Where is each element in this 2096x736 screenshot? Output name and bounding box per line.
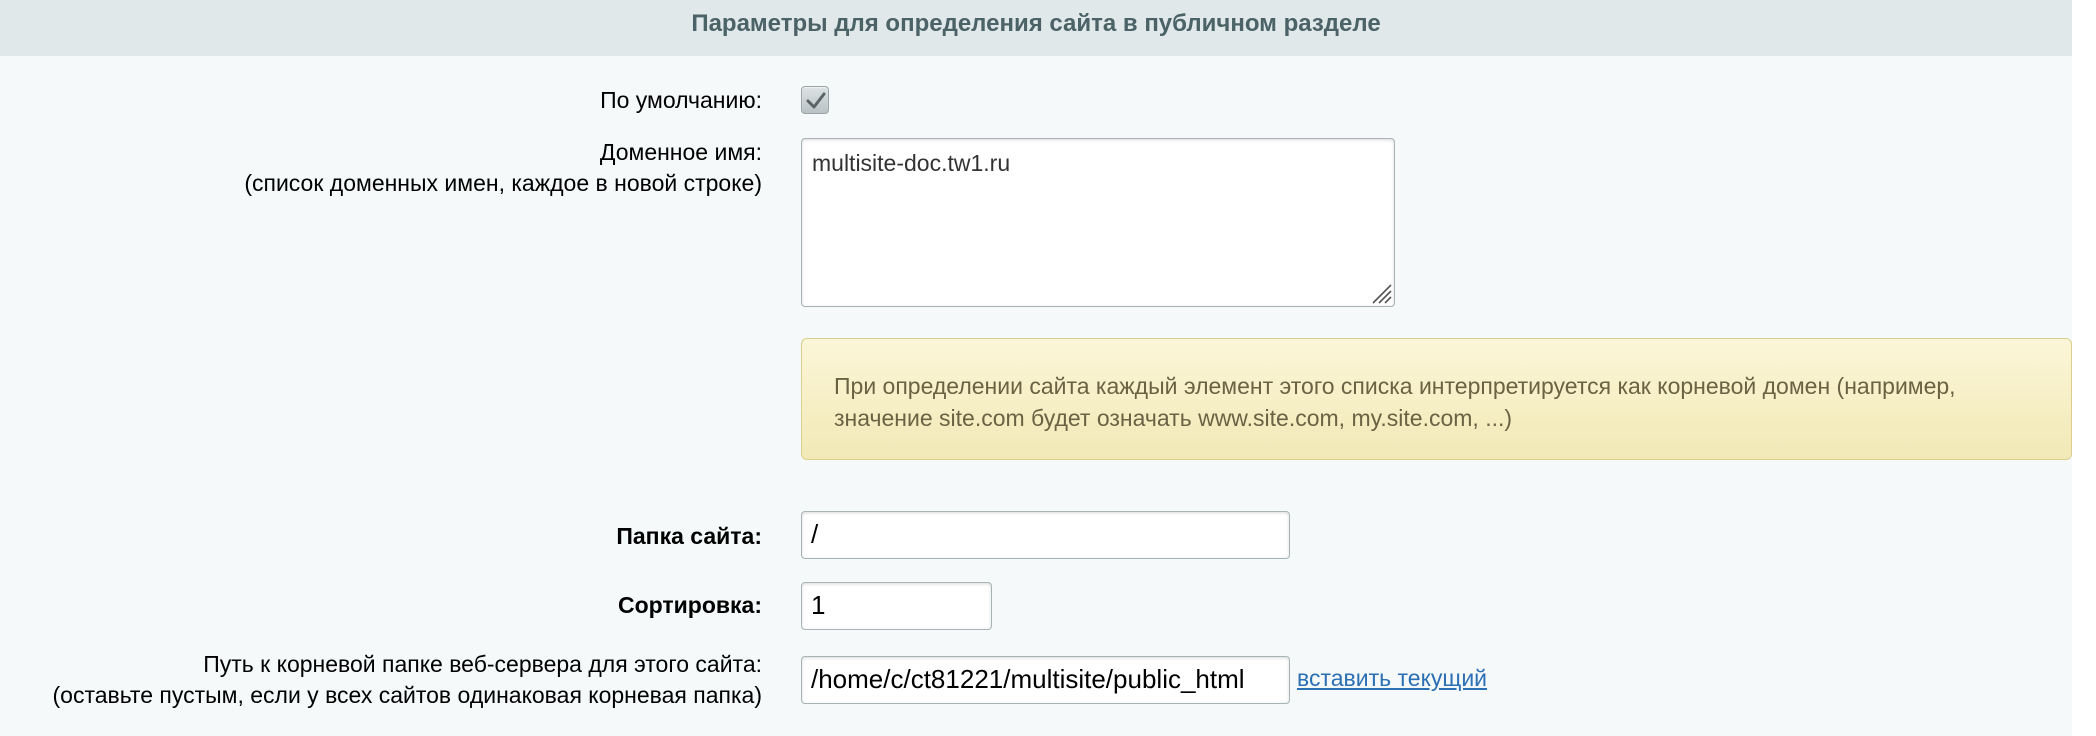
domain-label: Доменное имя: (список доменных имен, каж… <box>244 137 762 199</box>
domain-info-note-line2: значение site.com будет означать www.sit… <box>834 405 1513 431</box>
sort-label: Сортировка: <box>617 592 762 618</box>
site-folder-label: Папка сайта: <box>616 523 762 549</box>
domain-label-title: Доменное имя: <box>599 139 762 165</box>
domain-textarea-value: multisite-doc.tw1.ru <box>812 150 1011 176</box>
sort-input[interactable]: 1 <box>801 582 992 630</box>
doc-root-input[interactable]: /home/c/ct81221/multisite/public_html <box>801 656 1290 704</box>
default-label: По умолчанию: <box>600 87 762 113</box>
insert-current-link[interactable]: вставить текущий <box>1297 663 1487 694</box>
default-checkbox[interactable] <box>801 86 829 114</box>
domain-info-note-line1: При определении сайта каждый элемент это… <box>834 373 1956 399</box>
doc-root-label: Путь к корневой папке веб-сервера для эт… <box>53 649 763 711</box>
domain-textarea[interactable]: multisite-doc.tw1.ru <box>801 138 1395 307</box>
domain-label-hint: (список доменных имен, каждое в новой ст… <box>244 170 762 196</box>
doc-root-label-title: Путь к корневой папке веб-сервера для эт… <box>203 651 762 677</box>
site-folder-input[interactable]: / <box>801 511 1290 559</box>
resize-grip-icon[interactable] <box>1370 282 1392 304</box>
domain-info-note: При определении сайта каждый элемент это… <box>801 338 2072 460</box>
section-header: Параметры для определения сайта в публич… <box>0 0 2072 56</box>
site-settings-panel: Параметры для определения сайта в публич… <box>0 0 2072 736</box>
checkmark-icon <box>806 92 826 109</box>
doc-root-label-hint: (оставьте пустым, если у всех сайтов оди… <box>52 682 763 708</box>
